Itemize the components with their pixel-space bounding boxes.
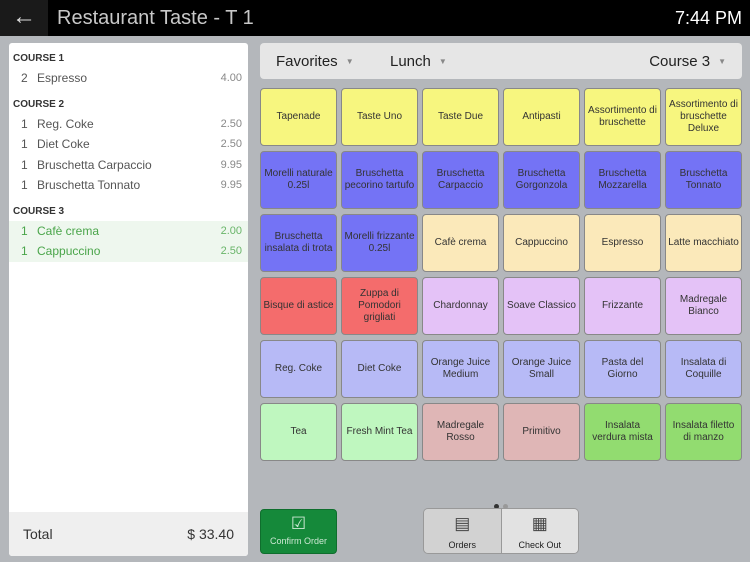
order-line-price: 2.50 — [220, 138, 242, 151]
order-line[interactable]: 1 Diet Coke 2.50 — [9, 134, 248, 155]
product-tile[interactable]: Primitivo — [503, 403, 580, 461]
order-panel: COURSE 1 2 Espresso 4.00 COURSE 2 1 Reg. Coke 2… — [9, 43, 248, 556]
order-line-price: 2.50 — [220, 117, 242, 130]
product-tile[interactable]: Zuppa di Pomodori grigliati — [341, 277, 418, 335]
product-tile[interactable]: Espresso — [584, 214, 661, 272]
product-tile[interactable]: Reg. Coke — [260, 340, 337, 398]
product-tile[interactable]: Bruschetta Mozzarella — [584, 151, 661, 209]
product-tile[interactable]: Assortimento di bruschette — [584, 88, 661, 146]
order-line-name: Reg. Coke — [37, 116, 94, 131]
order-line-qty: 1 — [21, 116, 28, 131]
total-value: $ 33.40 — [187, 526, 234, 542]
calculator-icon: ▦ — [531, 514, 548, 533]
order-line-name: Diet Coke — [37, 137, 90, 152]
order-line-qty: 1 — [21, 178, 28, 193]
top-bar: ← Restaurant Taste - T 1 7:44 PM — [0, 0, 750, 36]
order-total: Total $ 33.40 — [9, 512, 248, 556]
chevron-down-icon: ▼ — [345, 57, 354, 66]
course-header: COURSE 3 — [13, 205, 65, 217]
product-tile[interactable]: Bruschetta Carpaccio — [422, 151, 499, 209]
order-line-qty: 1 — [21, 223, 28, 238]
product-tile[interactable]: Bisque di astice — [260, 277, 337, 335]
product-tile[interactable]: Taste Due — [422, 88, 499, 146]
order-line-name: Bruschetta Tonnato — [37, 178, 141, 193]
product-tile[interactable]: Cafè crema — [422, 214, 499, 272]
product-tile[interactable]: Taste Uno — [341, 88, 418, 146]
category-bar: Favorites ▼ Lunch ▼ Course 3 ▼ — [260, 43, 742, 79]
clock: 7:44 PM — [674, 8, 742, 28]
order-line[interactable]: 1 Cafè crema 2.00 — [9, 220, 248, 241]
checkbox-check-icon: ☑ — [290, 514, 307, 533]
checkout-button[interactable]: ▦ Check Out — [500, 509, 578, 553]
action-segment: ▤ Orders ▦ Check Out — [423, 508, 579, 554]
arrow-left-icon: ← — [12, 3, 36, 30]
chevron-down-icon: ▼ — [438, 57, 447, 66]
order-line-price: 2.00 — [220, 224, 242, 237]
order-list[interactable]: COURSE 1 2 Espresso 4.00 COURSE 2 1 Reg. Coke 2… — [9, 43, 248, 262]
order-line-price: 2.50 — [220, 245, 242, 258]
product-tile[interactable]: Bruschetta Tonnato — [665, 151, 742, 209]
order-line[interactable]: 1 Bruschetta Carpaccio 9.95 — [9, 155, 248, 176]
product-tile[interactable]: Soave Classico — [503, 277, 580, 335]
product-tile[interactable]: Diet Coke — [341, 340, 418, 398]
product-tile[interactable]: Bruschetta insalata di trota — [260, 214, 337, 272]
chevron-down-icon: ▼ — [718, 57, 726, 66]
product-tile[interactable]: Bruschetta Gorgonzola — [503, 151, 580, 209]
course-header: COURSE 1 — [13, 53, 65, 64]
product-tile[interactable]: Insalata verdura mista — [584, 403, 661, 461]
course-dropdown[interactable]: Course 3 ▼ — [649, 53, 726, 70]
order-line-price: 4.00 — [220, 72, 242, 85]
product-tile[interactable]: Assortimento di bruschette Deluxe — [665, 88, 742, 146]
product-tile[interactable]: Antipasti — [503, 88, 580, 146]
page-title: Restaurant Taste - T 1 — [57, 7, 254, 29]
order-line[interactable]: 1 Cappuccino 2.50 — [9, 241, 248, 262]
confirm-order-button[interactable]: ☑ Confirm Order — [260, 509, 337, 554]
product-tile[interactable]: Tea — [260, 403, 337, 461]
product-tile[interactable]: Madregale Bianco — [665, 277, 742, 335]
orders-button[interactable]: ▤ Orders — [424, 509, 501, 553]
total-label: Total — [23, 526, 53, 542]
order-line-qty: 1 — [21, 137, 28, 152]
product-tile[interactable]: Morelli frizzante 0.25l — [341, 214, 418, 272]
order-line[interactable]: 2 Espresso 4.00 — [9, 68, 248, 89]
product-tile[interactable]: Insalata di Coquille — [665, 340, 742, 398]
course-header: COURSE 2 — [13, 98, 65, 110]
order-line-qty: 2 — [21, 71, 28, 86]
notepad-icon: ▤ — [454, 514, 471, 533]
product-tile[interactable]: Pasta del Giorno — [584, 340, 661, 398]
order-line[interactable]: 1 Bruschetta Tonnato 9.95 — [9, 175, 248, 196]
lunch-dropdown[interactable]: Lunch ▼ — [390, 53, 447, 70]
order-line-qty: 1 — [21, 157, 28, 172]
product-tile[interactable]: Frizzante — [584, 277, 661, 335]
order-line-name: Espresso — [37, 71, 88, 86]
product-tile[interactable]: Orange Juice Medium — [422, 340, 499, 398]
order-line-name: Bruschetta Carpaccio — [37, 157, 152, 172]
product-tile[interactable]: Tapenade — [260, 88, 337, 146]
order-line-name: Cafè crema — [37, 223, 100, 238]
back-button[interactable]: ← — [0, 0, 48, 36]
product-tile[interactable]: Chardonnay — [422, 277, 499, 335]
product-tile[interactable]: Morelli naturale 0.25l — [260, 151, 337, 209]
order-line[interactable]: 1 Reg. Coke 2.50 — [9, 114, 248, 135]
order-line-name: Cappuccino — [37, 244, 101, 259]
order-line-price: 9.95 — [220, 179, 242, 192]
order-line-qty: 1 — [21, 244, 28, 259]
order-line-price: 9.95 — [220, 158, 242, 171]
product-tile[interactable]: Cappuccino — [503, 214, 580, 272]
product-tile[interactable]: Orange Juice Small — [503, 340, 580, 398]
favorites-dropdown[interactable]: Favorites ▼ — [276, 53, 354, 70]
product-tile[interactable]: Madregale Rosso — [422, 403, 499, 461]
product-tile[interactable]: Latte macchiato — [665, 214, 742, 272]
product-tile[interactable]: Bruschetta pecorino tartufo — [341, 151, 418, 209]
product-tile[interactable]: Insalata filetto di manzo — [665, 403, 742, 461]
product-tile[interactable]: Fresh Mint Tea — [341, 403, 418, 461]
